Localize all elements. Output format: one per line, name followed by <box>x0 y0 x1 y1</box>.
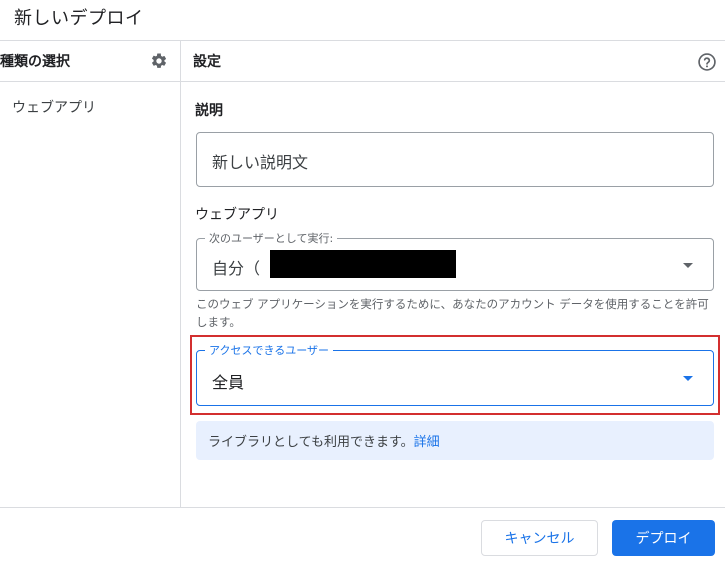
library-info-box: ライブラリとしても利用できます。詳細 <box>196 421 714 460</box>
divider <box>0 81 725 82</box>
right-panel-header: 設定 <box>193 54 221 70</box>
execute-as-helper-text: このウェブ アプリケーションを実行するために、あなたのアカウント データを使用す… <box>196 297 709 329</box>
description-input[interactable]: 新しい説明文 <box>212 149 308 173</box>
panel-divider <box>180 41 181 508</box>
execute-as-value: 自分（ <box>212 259 261 278</box>
left-panel-header: 種類の選択 <box>0 54 70 70</box>
type-item-webapp[interactable]: ウェブアプリ <box>12 97 96 117</box>
description-label: 説明 <box>195 103 223 119</box>
description-field[interactable]: 新しい説明文 <box>196 132 714 187</box>
deploy-button[interactable]: デプロイ <box>612 520 715 556</box>
footer-divider <box>0 507 725 508</box>
dialog-title: 新しいデプロイ <box>14 8 144 29</box>
webapp-section-label: ウェブアプリ <box>195 207 279 223</box>
access-legend: アクセスできるユーザー <box>205 342 334 358</box>
library-info-text: ライブラリとしても利用できます。 <box>208 435 414 450</box>
chevron-down-icon[interactable] <box>683 376 693 381</box>
redacted-account-name <box>270 250 456 278</box>
gear-icon[interactable] <box>150 52 168 70</box>
cancel-button[interactable]: キャンセル <box>481 520 598 556</box>
access-value: 全員 <box>212 373 245 392</box>
execute-as-legend: 次のユーザーとして実行: <box>205 230 338 246</box>
chevron-down-icon[interactable] <box>683 263 693 268</box>
details-link[interactable]: 詳細 <box>414 435 440 450</box>
help-circle-icon[interactable] <box>697 52 717 72</box>
access-select[interactable]: アクセスできるユーザー 全員 <box>196 342 714 406</box>
divider <box>0 40 725 41</box>
